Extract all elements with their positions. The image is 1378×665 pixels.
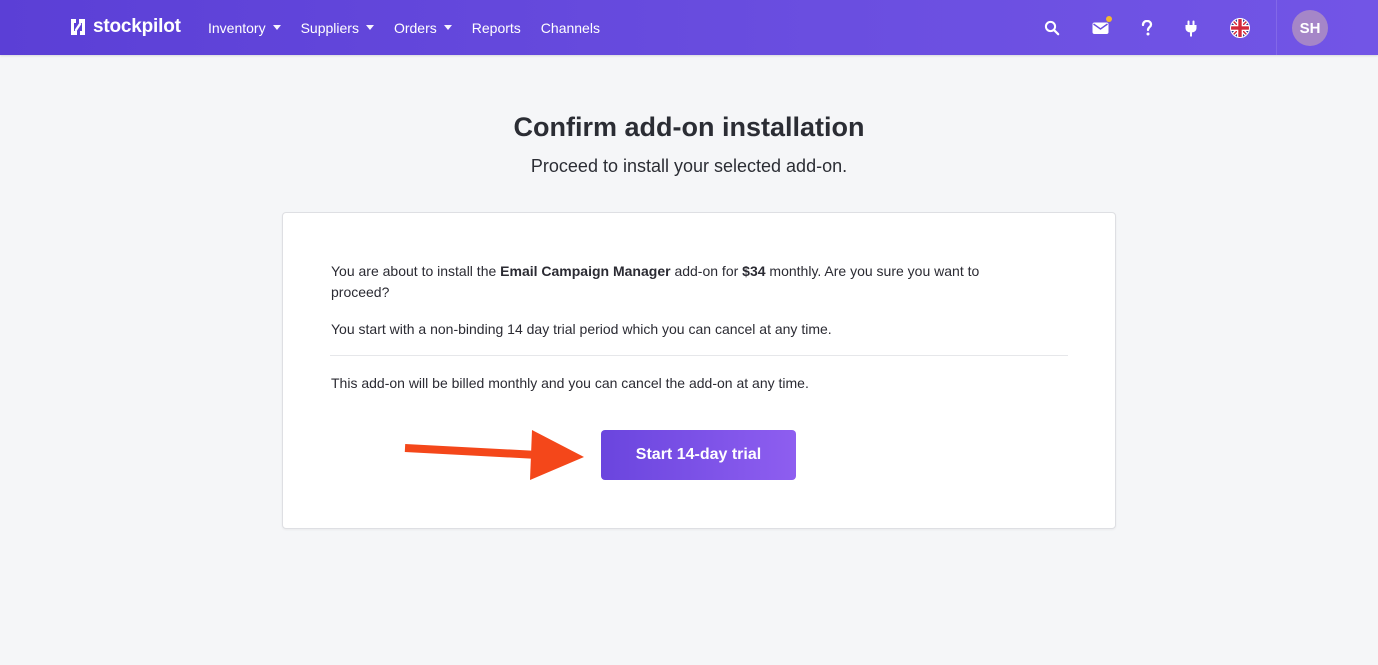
brand-logo[interactable]: stockpilot [68,16,181,38]
install-confirmation-text: You are about to install the Email Campa… [331,261,1031,303]
annotation-arrow-icon [404,430,584,480]
top-navbar: stockpilot Inventory Suppliers Orders Re… [0,0,1378,55]
intro-middle: add-on for [670,263,743,279]
nav-channels-label: Channels [540,19,600,36]
nav-inventory-label: Inventory [208,19,266,36]
user-avatar[interactable]: SH [1292,10,1328,46]
search-button[interactable] [1041,17,1063,39]
messages-button[interactable] [1089,16,1112,39]
brand-name: stockpilot [93,16,181,37]
plug-icon [1185,20,1197,36]
notification-dot [1106,16,1112,22]
nav-reports-label: Reports [471,19,521,36]
start-trial-button[interactable]: Start 14-day trial [601,430,796,480]
help-icon [1141,20,1153,36]
mail-icon [1092,22,1108,34]
stockpilot-logo-icon [71,19,85,35]
nav-suppliers[interactable]: Suppliers [301,20,374,36]
nav-suppliers-label: Suppliers [300,19,359,36]
chevron-down-icon [272,25,281,30]
main-nav: Inventory Suppliers Orders Reports Chann… [208,0,620,55]
nav-reports[interactable]: Reports [472,20,521,36]
uk-flag-icon [1230,18,1250,38]
help-button[interactable] [1136,17,1158,39]
nav-channels[interactable]: Channels [541,20,600,36]
page-title: Confirm add-on installation [513,112,865,142]
trial-info-text: You start with a non-binding 14 day tria… [331,321,832,337]
addon-name: Email Campaign Manager [500,263,671,279]
section-divider [330,355,1068,356]
nav-inventory[interactable]: Inventory [208,20,281,36]
integrations-button[interactable] [1180,17,1202,39]
nav-orders-label: Orders [393,19,437,36]
intro-before: You are about to install the [331,263,501,279]
chevron-down-icon [443,25,452,30]
addon-price: $34 [742,263,766,279]
billing-info-text: This add-on will be billed monthly and y… [331,375,809,391]
page-subtitle: Proceed to install your selected add-on. [530,156,848,176]
header-divider [1276,0,1277,55]
chevron-down-icon [365,25,374,30]
search-icon [1044,20,1060,36]
nav-orders[interactable]: Orders [394,20,452,36]
language-selector[interactable] [1229,17,1251,39]
